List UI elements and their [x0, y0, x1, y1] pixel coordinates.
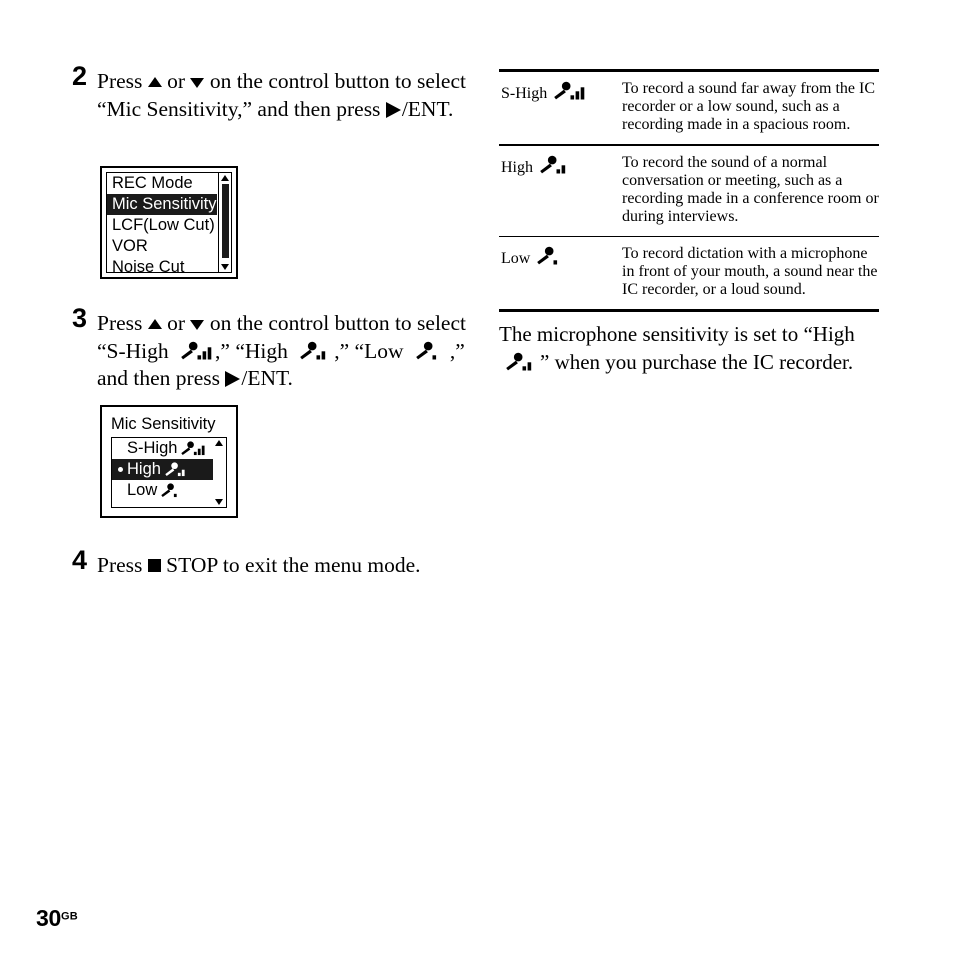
table-row-term: Low — [499, 237, 622, 309]
scroll-down-arrow-icon[interactable] — [215, 499, 223, 505]
table-row: High To record the sound of a normal con… — [499, 146, 879, 236]
mic-sensitivity-icon — [160, 482, 187, 499]
page-number: 30 — [36, 905, 61, 931]
mic-sensitivity-icon — [536, 245, 570, 267]
lcd-sensitivity-listbox: S-High High Low — [111, 437, 227, 508]
step-3-text-b: or — [161, 311, 191, 335]
lcd-menu-scrollbar[interactable] — [218, 173, 231, 272]
lcd-sensitivity-row-label: High — [127, 460, 161, 478]
page-footer: 30GB — [36, 905, 78, 932]
step-3-text-a: Press — [97, 311, 148, 335]
step-2: 2 Press or on the control button to sele… — [72, 63, 472, 123]
step-2-number: 2 — [72, 61, 88, 91]
scroll-down-arrow-icon[interactable] — [220, 264, 229, 270]
mic-sensitivity-icon — [180, 440, 207, 457]
table-row-term-label: Low — [501, 250, 531, 268]
triangle-down-icon — [190, 78, 205, 89]
play-triangle-icon — [385, 101, 401, 118]
selected-bullet-icon — [118, 467, 123, 472]
page-number-suffix: GB — [60, 910, 78, 923]
step-4-text-b: STOP to exit the menu mode. — [160, 553, 421, 577]
lcd-sensitivity-row-label: Low — [127, 481, 158, 499]
table-row-term-label: S-High — [501, 85, 548, 102]
step-3: 3 Press or on the control button to sele… — [72, 305, 472, 393]
mic-sensitivity-icon — [505, 351, 539, 373]
lcd-menu-row[interactable]: REC Mode — [107, 173, 217, 194]
lcd-menu-row-label: LCF(Low Cut) — [112, 216, 215, 234]
table-row-description: To record dictation with a microphone in… — [622, 245, 878, 299]
triangle-down-icon — [190, 320, 205, 331]
table-row: Low To record dictation with a microphon… — [499, 237, 879, 309]
lcd-menu-row-selected[interactable]: Mic Sensitivity — [107, 194, 217, 215]
step-4-number: 4 — [72, 545, 88, 575]
lcd-menu-row[interactable]: Noise Cut — [107, 257, 217, 273]
table-row-term: High — [499, 146, 622, 236]
table-row-term: S-High — [499, 72, 622, 144]
table-row: S-High To record a sound far away from t… — [499, 72, 879, 144]
lcd-sensitivity-row-high[interactable]: High — [112, 459, 213, 480]
lcd-sensitivity-row-label: S-High — [127, 439, 178, 457]
lcd-sensitivity-title: Mic Sensitivity — [111, 415, 216, 433]
step-2-text-b: or — [161, 69, 191, 93]
default-setting-note: The microphone sensitivity is set to “Hi… — [499, 312, 879, 376]
lcd-menu-row-label: Noise Cut — [112, 258, 185, 273]
mic-sensitivity-icon — [539, 154, 573, 176]
lcd-sensitivity-row-low[interactable]: Low — [112, 480, 213, 501]
step-3-text-e: ,” “Low — [334, 338, 409, 363]
step-3-text-g: /ENT. — [241, 366, 293, 390]
lcd-menu-screen: REC Mode Mic Sensitivity LCF(Low Cut) VO… — [100, 166, 238, 279]
triangle-up-icon — [147, 77, 162, 88]
play-triangle-icon — [225, 371, 241, 388]
mic-sensitivity-icon — [553, 80, 587, 102]
lcd-sensitivity-screen: Mic Sensitivity S-High High Low — [100, 405, 238, 518]
table-row-description: To record the sound of a normal conversa… — [622, 153, 879, 225]
step-3-text: Press or on the control button to select… — [97, 310, 472, 393]
note-text-a: The microphone sensitivity is set to “Hi… — [499, 322, 855, 347]
mic-sensitivity-icon — [180, 340, 214, 362]
step-3-text-d: ,” “High — [215, 338, 294, 363]
lcd-menu-inner: REC Mode Mic Sensitivity LCF(Low Cut) VO… — [106, 172, 232, 273]
note-text-b: ” when you purchase the IC recorder. — [540, 349, 854, 374]
step-4-text: Press STOP to exit the menu mode. — [97, 552, 472, 580]
scroll-up-arrow-icon[interactable] — [215, 440, 223, 446]
scroll-up-arrow-icon[interactable] — [220, 175, 229, 181]
step-2-text-d: /ENT. — [401, 96, 454, 121]
triangle-up-icon — [147, 319, 162, 330]
table-row-description: To record a sound far away from the IC r… — [622, 80, 876, 133]
lcd-menu-row[interactable]: LCF(Low Cut) — [107, 215, 217, 236]
lcd-sensitivity-row-s-high[interactable]: S-High — [112, 438, 213, 459]
scrollbar-thumb[interactable] — [221, 184, 229, 258]
lcd-menu-row-label: Mic Sensitivity — [112, 195, 217, 213]
table-row-term-label: High — [501, 158, 533, 176]
step-2-text: Press or on the control button to select… — [97, 68, 472, 123]
lcd-menu-row-label: REC Mode — [112, 174, 193, 192]
stop-square-icon — [147, 558, 161, 572]
mic-sensitivity-icon — [415, 340, 449, 362]
sensitivity-spec-table: S-High To record a sound far away from t… — [499, 69, 879, 376]
step-4-text-a: Press — [97, 553, 148, 577]
lcd-menu-row-label: VOR — [112, 237, 148, 255]
lcd-menu-rows: REC Mode Mic Sensitivity LCF(Low Cut) VO… — [107, 173, 217, 273]
step-3-number: 3 — [72, 303, 88, 333]
lcd-menu-row[interactable]: VOR — [107, 236, 217, 257]
mic-sensitivity-icon — [299, 340, 333, 362]
lcd-sensitivity-rows: S-High High Low — [112, 438, 213, 501]
step-4: 4 Press STOP to exit the menu mode. — [72, 547, 472, 580]
mic-sensitivity-icon — [164, 461, 191, 478]
step-2-text-a: Press — [97, 69, 148, 93]
lcd-sensitivity-scrollbar[interactable] — [213, 438, 226, 507]
